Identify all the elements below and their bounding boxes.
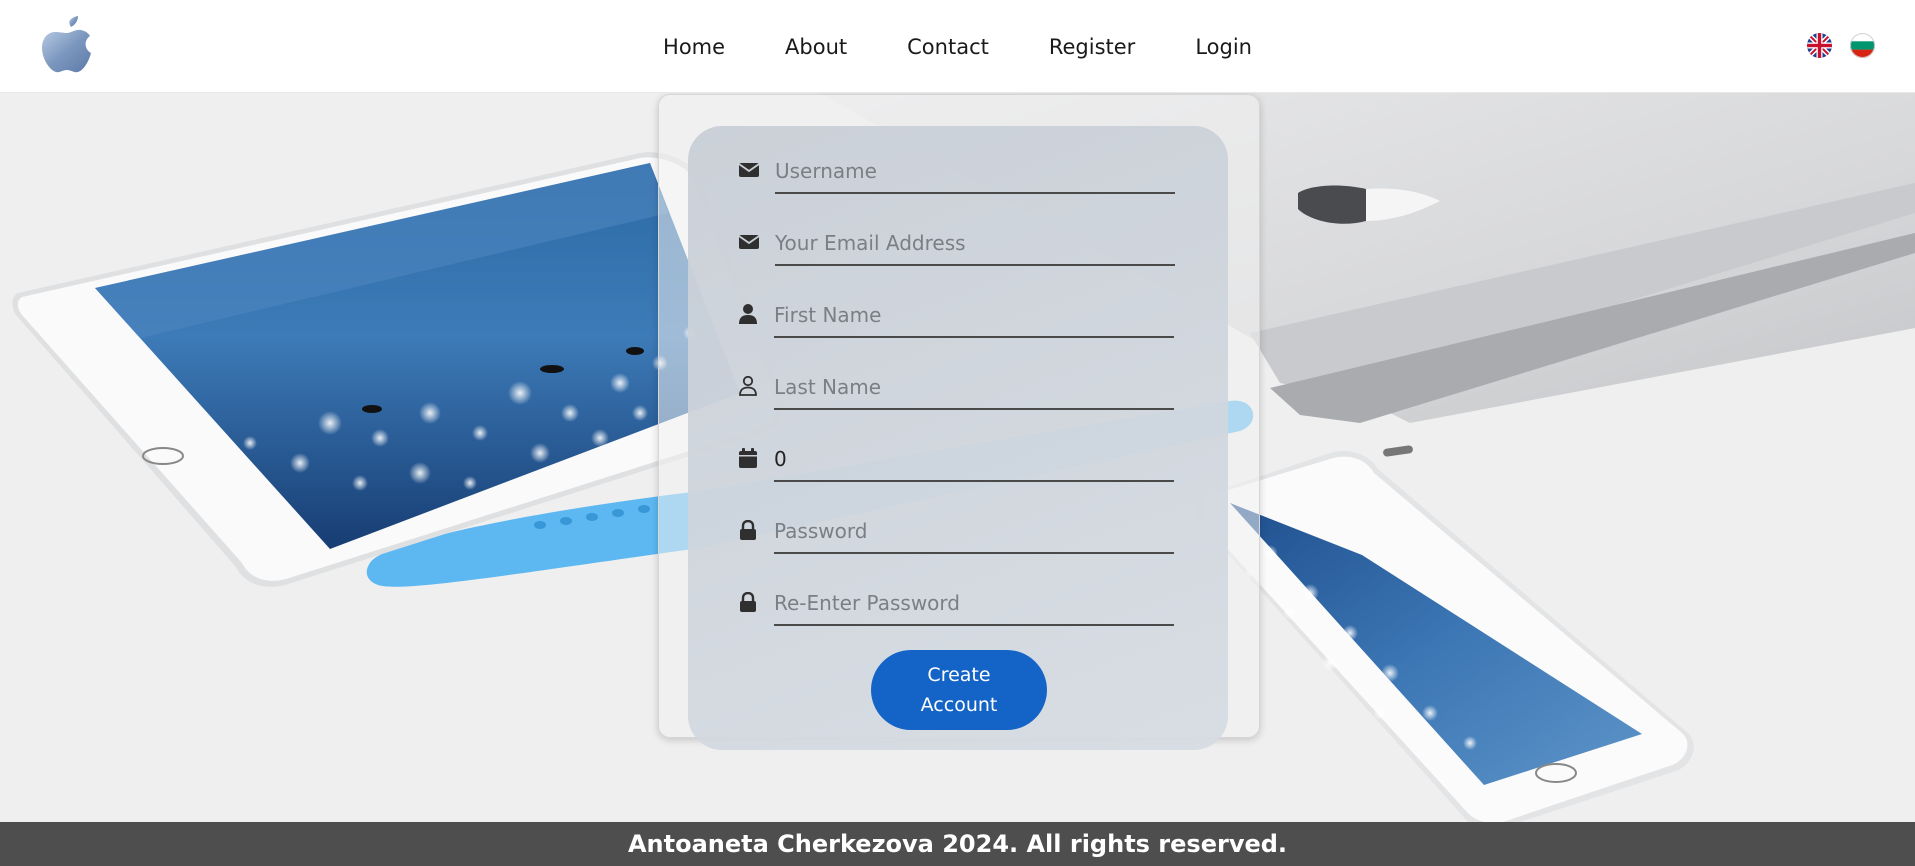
copyright-text: Antoaneta Cherkezova 2024. All rights re…: [627, 830, 1288, 858]
user-solid-icon: [737, 303, 759, 325]
first-name-input[interactable]: [774, 290, 1174, 338]
create-account-button[interactable]: Create Account: [871, 650, 1047, 730]
email-input[interactable]: [775, 218, 1175, 266]
language-switcher: [1807, 33, 1875, 58]
last-name-input[interactable]: [774, 362, 1174, 410]
password-row: [737, 506, 1177, 556]
register-form: Create Account: [688, 126, 1228, 750]
calendar-icon: [737, 447, 759, 469]
nav-login-link[interactable]: Login: [1195, 35, 1252, 59]
lock-icon: [737, 519, 759, 541]
nav-register-link[interactable]: Register: [1049, 35, 1135, 59]
age-input[interactable]: [774, 434, 1174, 482]
nav-about-link[interactable]: About: [785, 35, 847, 59]
email-row: [738, 218, 1178, 268]
envelope-icon: [738, 159, 760, 181]
lock-icon: [737, 591, 759, 613]
username-input[interactable]: [775, 146, 1175, 194]
site-header: Home About Contact Register Login: [0, 0, 1915, 93]
first-name-row: [737, 290, 1177, 340]
uk-flag-icon[interactable]: [1807, 33, 1832, 58]
username-row: [738, 146, 1178, 196]
age-row: [737, 434, 1177, 484]
site-footer: Antoaneta Cherkezova 2024. All rights re…: [0, 822, 1915, 866]
confirm-password-input[interactable]: [774, 578, 1174, 626]
confirm-password-row: [737, 578, 1177, 628]
main-nav: Home About Contact Register Login: [0, 0, 1915, 93]
nav-home-link[interactable]: Home: [663, 35, 725, 59]
user-outline-icon: [737, 375, 759, 397]
envelope-icon: [738, 231, 760, 253]
password-input[interactable]: [774, 506, 1174, 554]
nav-contact-link[interactable]: Contact: [907, 35, 989, 59]
bulgaria-flag-icon[interactable]: [1850, 33, 1875, 58]
last-name-row: [737, 362, 1177, 412]
